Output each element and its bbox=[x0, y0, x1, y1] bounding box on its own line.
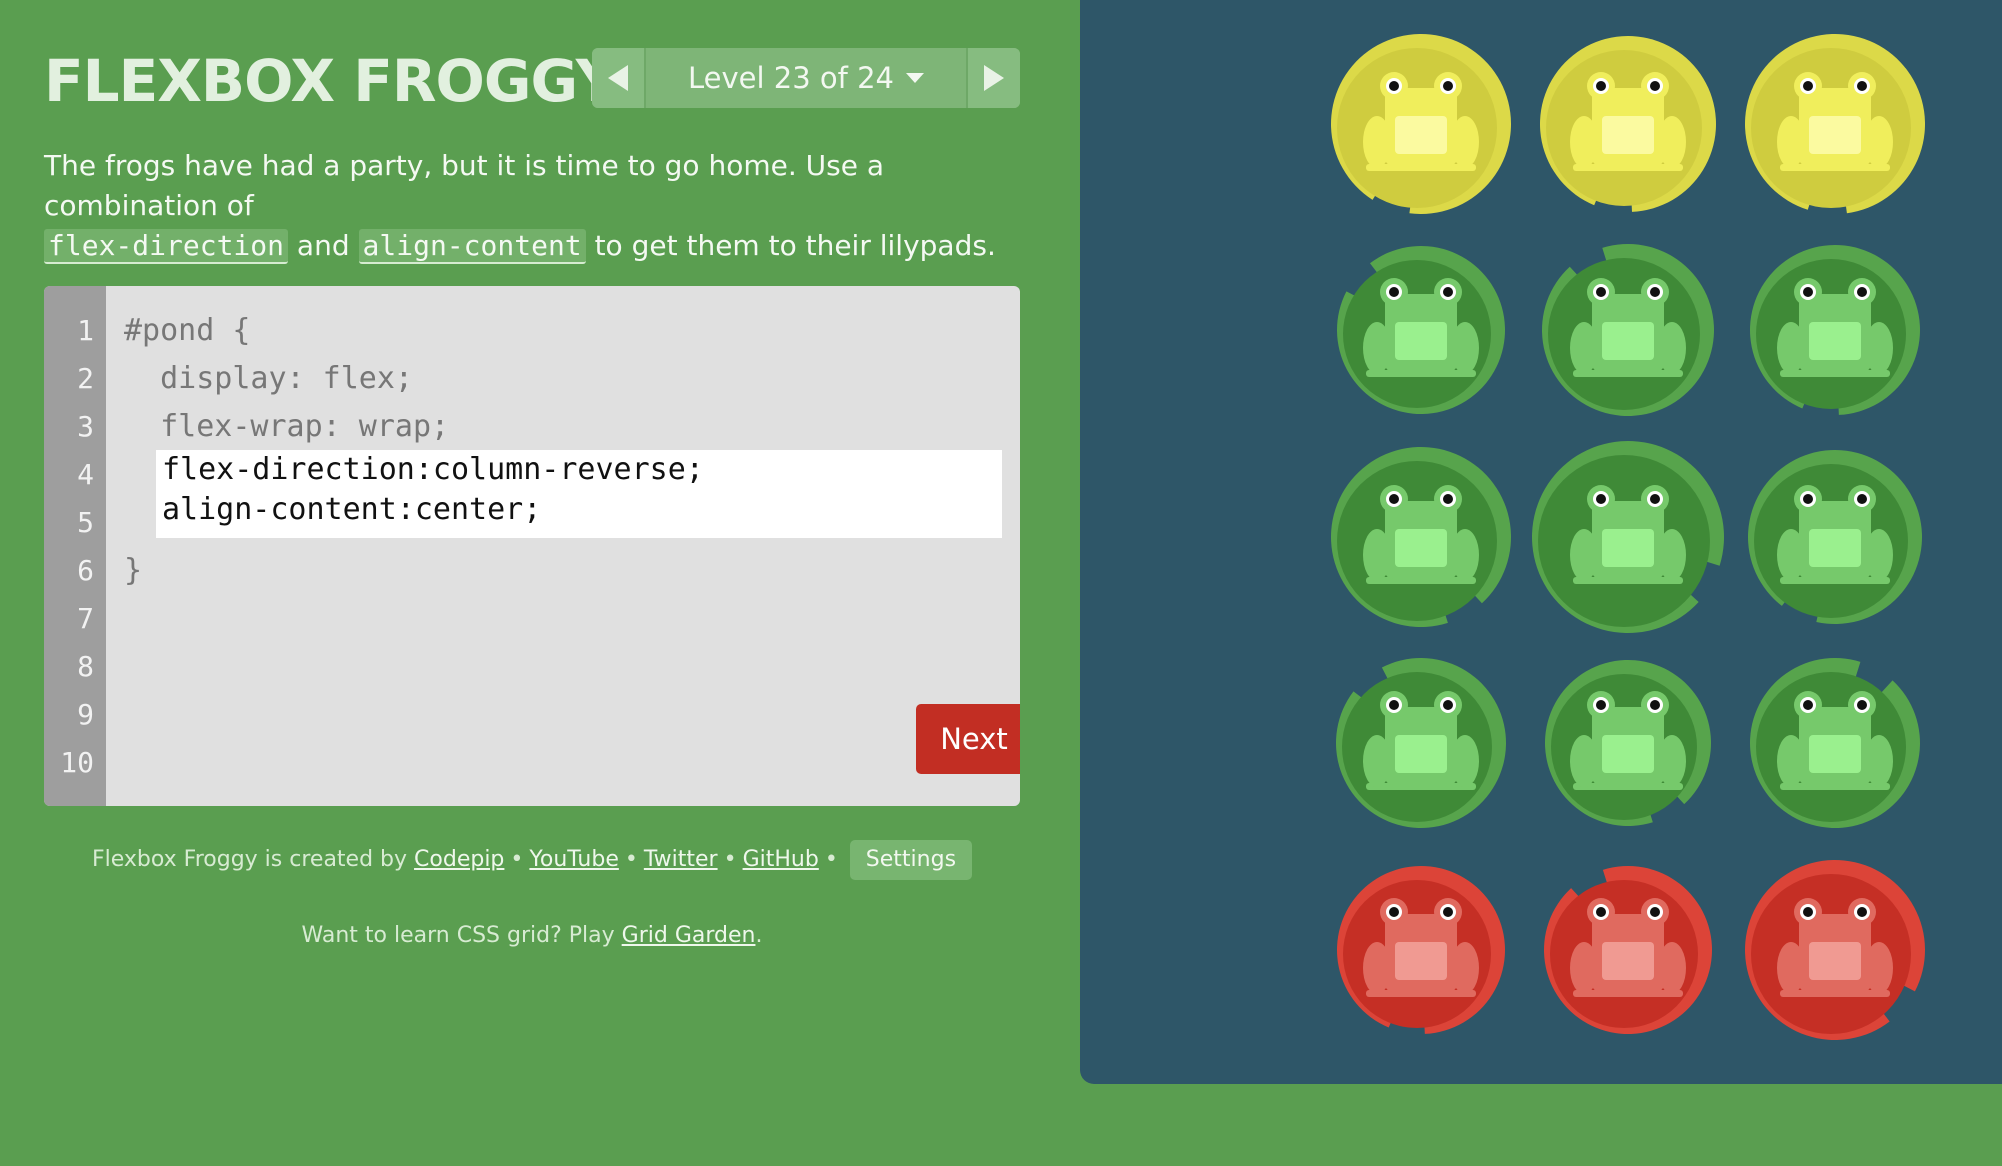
code-line-3: flex-wrap: wrap; bbox=[124, 409, 450, 444]
line-number: 4 bbox=[77, 458, 94, 491]
grid-garden-promo: Want to learn CSS grid? Play Grid Garden… bbox=[0, 916, 1064, 956]
line-number: 2 bbox=[77, 362, 94, 395]
line-number: 6 bbox=[77, 554, 94, 587]
lilypad-svg bbox=[1542, 244, 1714, 416]
lilypad-green bbox=[1321, 643, 1521, 843]
codepip-link[interactable]: Codepip bbox=[414, 847, 504, 872]
line-number: 8 bbox=[77, 650, 94, 683]
arrow-left-icon bbox=[608, 65, 628, 91]
lilypad-svg bbox=[1745, 860, 1925, 1040]
lilypad-svg bbox=[1331, 447, 1511, 627]
instructions: The frogs have had a party, but it is ti… bbox=[44, 146, 1024, 266]
level-indicator[interactable]: Level 23 of 24 bbox=[648, 48, 964, 108]
lilypad-svg bbox=[1532, 441, 1724, 633]
lilypad-green bbox=[1735, 437, 1935, 637]
lilypad-yellow bbox=[1528, 24, 1728, 224]
code-line-1: #pond { bbox=[124, 313, 251, 348]
lilypad-yellow bbox=[1321, 24, 1521, 224]
lilypad-red bbox=[1735, 850, 1935, 1050]
lilypad-svg bbox=[1750, 245, 1920, 415]
lilypad-svg bbox=[1540, 36, 1716, 212]
lilypad-green bbox=[1735, 230, 1935, 430]
lilypad-green bbox=[1321, 437, 1521, 637]
lilypad-green bbox=[1735, 643, 1935, 843]
separator: • bbox=[824, 847, 838, 872]
code-hint-flex-direction[interactable]: flex-direction bbox=[44, 229, 289, 264]
promo-end: . bbox=[755, 923, 763, 948]
github-link[interactable]: GitHub bbox=[743, 847, 819, 872]
lilypad-svg bbox=[1331, 34, 1511, 215]
caret-down-icon bbox=[905, 73, 924, 83]
line-number: 9 bbox=[77, 698, 94, 731]
instructions-text: and bbox=[296, 229, 350, 262]
promo-text: Want to learn CSS grid? Play bbox=[301, 923, 615, 948]
separator: • bbox=[624, 847, 638, 872]
level-label: Level 23 of 24 bbox=[688, 61, 894, 95]
lilypad-green bbox=[1528, 437, 1728, 637]
credits: Flexbox Froggy is created by Codepip • You… bbox=[0, 838, 1064, 882]
lilypad-svg bbox=[1745, 34, 1925, 214]
twitter-link[interactable]: Twitter bbox=[644, 847, 718, 872]
lilypad-green bbox=[1321, 230, 1521, 430]
lilypad-red bbox=[1528, 850, 1728, 1050]
code-line-2: display: flex; bbox=[124, 361, 413, 396]
lilypad-green bbox=[1528, 643, 1728, 843]
next-level-arrow[interactable] bbox=[966, 48, 1020, 108]
arrow-right-icon bbox=[984, 65, 1004, 91]
lilypad-yellow bbox=[1735, 24, 1935, 224]
line-number: 3 bbox=[77, 410, 94, 443]
pond bbox=[1080, 0, 2002, 1084]
lilypad-svg bbox=[1544, 866, 1712, 1034]
grid-garden-link[interactable]: Grid Garden bbox=[622, 923, 756, 948]
youtube-link[interactable]: YouTube bbox=[529, 847, 618, 872]
instructions-text: to get them to their lilypads. bbox=[594, 229, 996, 262]
settings-button[interactable]: Settings bbox=[849, 840, 973, 880]
credits-text: Flexbox Froggy is created by bbox=[91, 847, 408, 872]
sidebar: FLEXBOX FROGGY Level 23 of 24 The frogs … bbox=[0, 0, 1080, 1166]
lilypad-green bbox=[1528, 230, 1728, 430]
line-number-gutter: 1 2 3 4 5 6 7 8 9 10 bbox=[44, 286, 106, 806]
app-title: FLEXBOX FROGGY bbox=[44, 47, 618, 115]
next-button[interactable]: Next bbox=[916, 704, 1020, 774]
code-editor: 1 2 3 4 5 6 7 8 9 10 #pond { display: fl… bbox=[44, 286, 1020, 806]
css-code-input[interactable]: flex-direction:column-reverse; align-con… bbox=[156, 450, 1002, 538]
instructions-text: The frogs have had a party, but it is ti… bbox=[44, 149, 884, 222]
lilypad-svg bbox=[1337, 866, 1505, 1034]
separator: • bbox=[723, 847, 737, 872]
line-number: 10 bbox=[60, 746, 94, 779]
lilypad-svg bbox=[1337, 246, 1505, 414]
code-hint-align-content[interactable]: align-content bbox=[358, 229, 586, 264]
line-number: 1 bbox=[77, 314, 94, 347]
lilypad-svg bbox=[1336, 658, 1506, 828]
line-number: 7 bbox=[77, 602, 94, 635]
lilypad-svg bbox=[1545, 660, 1711, 826]
code-line-6: } bbox=[124, 553, 143, 588]
lilypad-svg bbox=[1748, 450, 1922, 624]
lilypad-svg bbox=[1750, 658, 1920, 828]
line-number: 5 bbox=[77, 506, 94, 539]
level-navigation: Level 23 of 24 bbox=[592, 48, 1020, 108]
previous-level-button[interactable] bbox=[592, 48, 646, 108]
lilypad-red bbox=[1321, 850, 1521, 1050]
separator: • bbox=[510, 847, 524, 872]
